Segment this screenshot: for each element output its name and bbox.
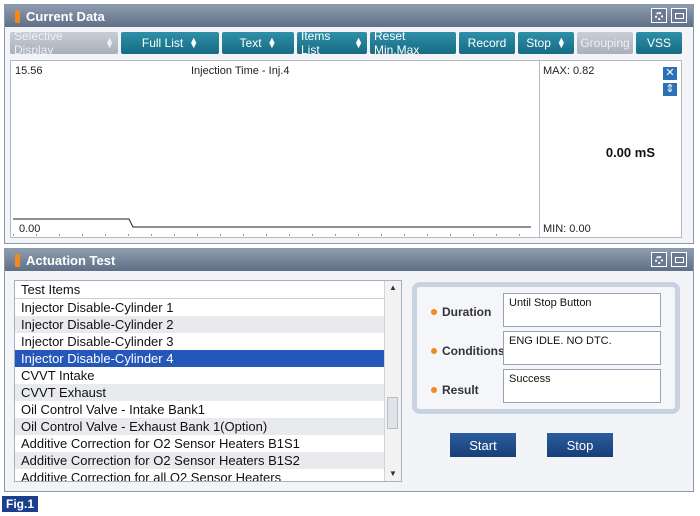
graph-max-label: MAX: 0.82 [543,65,595,77]
current-data-titlebar: Current Data [5,5,693,27]
current-data-title: Current Data [26,8,105,24]
list-item[interactable]: CVVT Intake [15,367,385,384]
list-scrollbar[interactable]: ▲ ▼ [384,281,401,481]
figure-label: Fig.1 [2,496,39,512]
spinner-icon: ▲ ▼ [105,35,114,50]
result-value: Success [503,369,661,403]
spinner-icon: ▲ ▼ [267,35,277,50]
list-item[interactable]: Additive Correction for all O2 Sensor He… [15,469,385,481]
window-icon[interactable] [671,252,687,267]
test-info-box: Duration Until Stop Button Conditions EN… [412,282,680,414]
list-item[interactable]: Injector Disable-Cylinder 2 [15,316,385,333]
actuation-test-title: Actuation Test [26,252,116,268]
items-list-button[interactable]: Items List ▲ ▼ [297,29,367,57]
vss-button[interactable]: VSS [636,32,682,54]
title-marker-icon [15,253,20,267]
spinner-icon: ▲ ▼ [354,35,363,50]
bullet-icon [431,309,437,315]
list-item[interactable]: Injector Disable-Cylinder 3 [15,333,385,350]
list-item[interactable]: Oil Control Valve - Intake Bank1 [15,401,385,418]
list-item[interactable]: Injector Disable-Cylinder 1 [15,299,385,316]
spinner-icon: ▲ ▼ [189,35,199,50]
list-item[interactable]: Additive Correction for O2 Sensor Heater… [15,452,385,469]
actuation-test-titlebar: Actuation Test [5,249,693,271]
duration-value: Until Stop Button [503,293,661,327]
reset-min-max-button[interactable]: Reset Min.Max [370,29,456,57]
grouping-button[interactable]: Grouping [577,32,633,54]
record-button[interactable]: Record [459,32,515,54]
list-item[interactable]: CVVT Exhaust [15,384,385,401]
current-data-toolbar: Selective Display ▲ ▼ Full List ▲ ▼ Text ▲ ▼ I… [10,29,685,57]
stop-toolbar-button[interactable]: Stop ▲ ▼ [518,32,574,54]
list-item[interactable]: Oil Control Valve - Exhaust Bank 1(Optio… [15,418,385,435]
settings-icon[interactable] [651,8,667,23]
spinner-icon: ▲ ▼ [556,35,566,50]
bullet-icon [431,348,437,354]
title-marker-icon [15,9,20,23]
full-list-button[interactable]: Full List ▲ ▼ [121,32,219,54]
stop-button[interactable]: Stop [547,433,613,457]
current-value: 0.00 mS [605,145,655,160]
list-item[interactable]: Injector Disable-Cylinder 4 [15,350,385,367]
start-button[interactable]: Start [450,433,516,457]
selective-display-button[interactable]: Selective Display ▲ ▼ [10,29,118,57]
conditions-value: ENG IDLE. NO DTC. [503,331,661,365]
graph-plot-area: 15.56 Injection Time - Inj.4 0.00 [11,61,540,237]
scroll-up-icon[interactable]: ▲ [385,281,401,295]
close-icon[interactable]: ✕ [663,67,677,80]
text-button[interactable]: Text ▲ ▼ [222,32,294,54]
result-label: Result [431,383,479,397]
graph-trace [13,218,531,236]
settings-icon[interactable] [651,252,667,267]
scroll-down-icon[interactable]: ▼ [385,467,401,481]
window-icon[interactable] [671,8,687,23]
conditions-label: Conditions [431,344,505,358]
list-header: Test Items [15,281,385,299]
scroll-thumb[interactable] [387,397,398,429]
list-item[interactable]: Additive Correction for O2 Sensor Heater… [15,435,385,452]
bullet-icon [431,387,437,393]
test-items-list: Test Items Injector Disable-Cylinder 1 In… [14,280,402,482]
data-graph: 15.56 Injection Time - Inj.4 0.00 MAX: 0… [10,60,682,238]
graph-min-label: MIN: 0.00 [543,223,591,235]
duration-label: Duration [431,305,491,319]
expand-icon[interactable]: ⇕ [663,83,677,96]
